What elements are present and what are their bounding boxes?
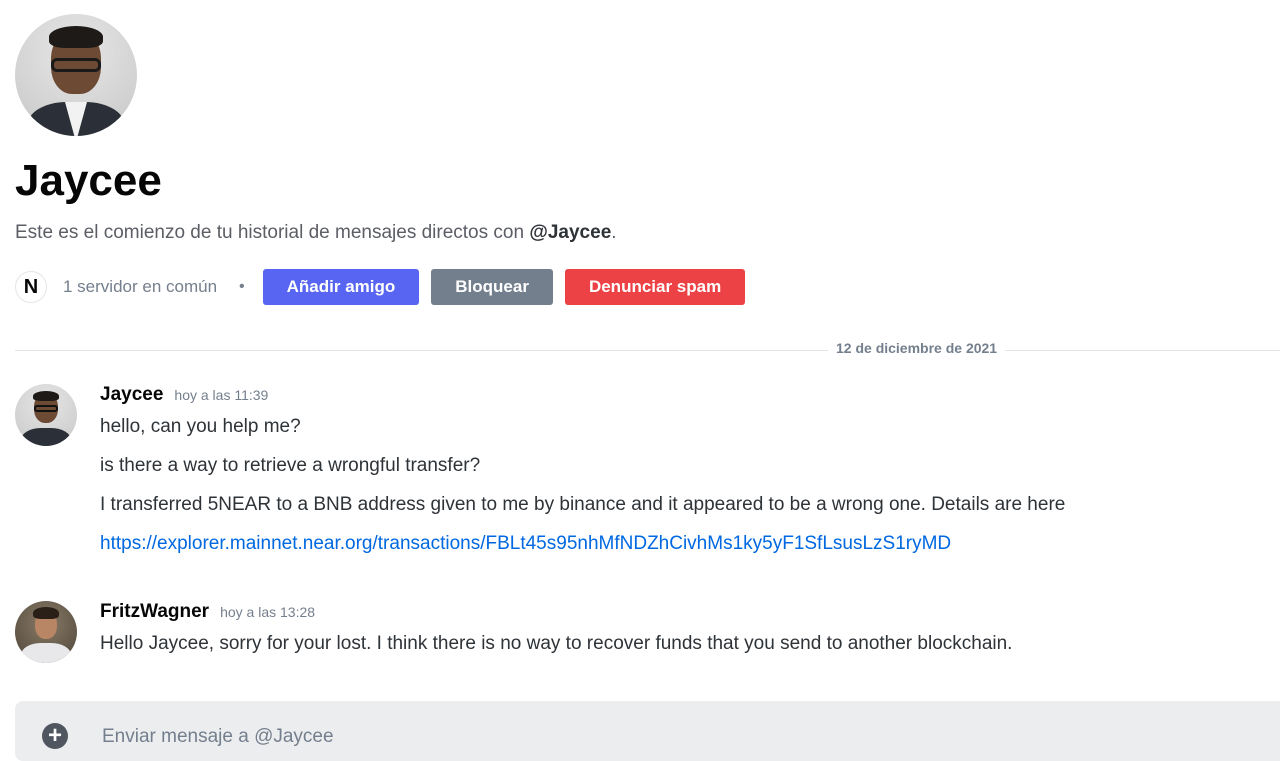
mutual-server-icon[interactable]: N xyxy=(15,271,47,303)
mutual-servers-link[interactable]: 1 servidor en común xyxy=(63,277,217,297)
author-avatar[interactable] xyxy=(15,384,77,446)
transaction-link[interactable]: https://explorer.mainnet.near.org/transa… xyxy=(100,533,951,554)
add-attachment-icon[interactable]: + xyxy=(42,723,68,749)
intro-handle: @Jaycee xyxy=(529,222,612,243)
message-timestamp: hoy a las 13:28 xyxy=(220,604,316,620)
profile-avatar[interactable] xyxy=(15,14,137,136)
message-author[interactable]: FritzWagner xyxy=(100,601,209,623)
message-text: is there a way to retrieve a wrongful tr… xyxy=(100,455,481,476)
message-text: Hello Jaycee, sorry for your lost. I thi… xyxy=(100,633,1013,654)
author-avatar[interactable] xyxy=(15,601,77,663)
message-timestamp: hoy a las 11:39 xyxy=(174,387,269,403)
date-divider-label: 12 de diciembre de 2021 xyxy=(828,340,1006,356)
dm-header: Jaycee Este es el comienzo de tu histori… xyxy=(15,14,1265,305)
message-text: I transferred 5NEAR to a BNB address giv… xyxy=(100,494,1066,515)
profile-name: Jaycee xyxy=(15,156,162,205)
message-author[interactable]: Jaycee xyxy=(100,384,163,406)
dm-intro-text: Este es el comienzo de tu historial de m… xyxy=(15,222,617,243)
add-friend-button[interactable]: Añadir amigo xyxy=(262,269,420,305)
profile-actions: N 1 servidor en común • Añadir amigo Blo… xyxy=(15,269,1265,305)
message-input[interactable] xyxy=(100,719,1204,755)
report-spam-button[interactable]: Denunciar spam xyxy=(564,269,746,305)
message-text: hello, can you help me? xyxy=(100,416,301,437)
date-divider-line xyxy=(15,350,1280,351)
message-composer: + xyxy=(15,701,1280,761)
separator-dot: • xyxy=(239,278,245,295)
block-button[interactable]: Bloquear xyxy=(431,269,553,305)
